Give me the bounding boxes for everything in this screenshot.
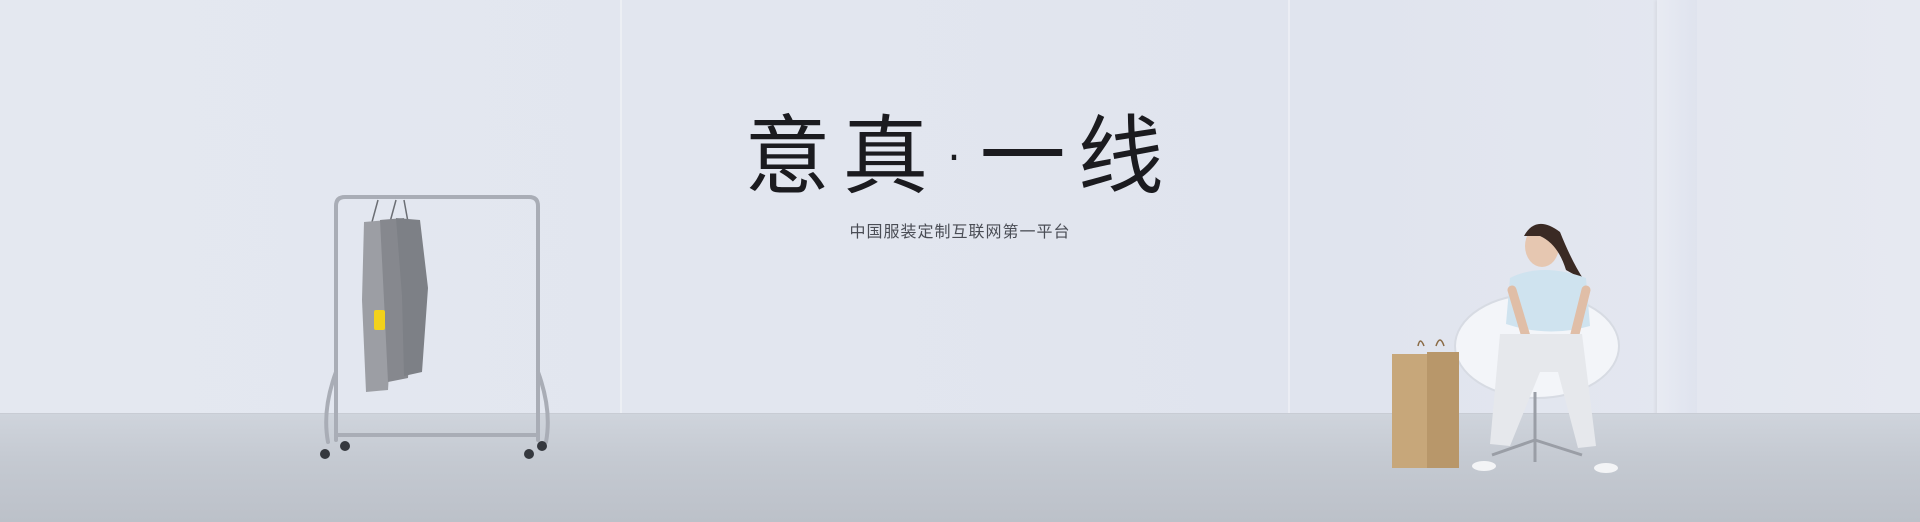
hero-banner: 意真·一线 中国服装定制互联网第一平台 <box>0 0 1920 522</box>
shopping-bag-icon <box>1392 339 1459 468</box>
shopper-illustration <box>1392 223 1620 473</box>
